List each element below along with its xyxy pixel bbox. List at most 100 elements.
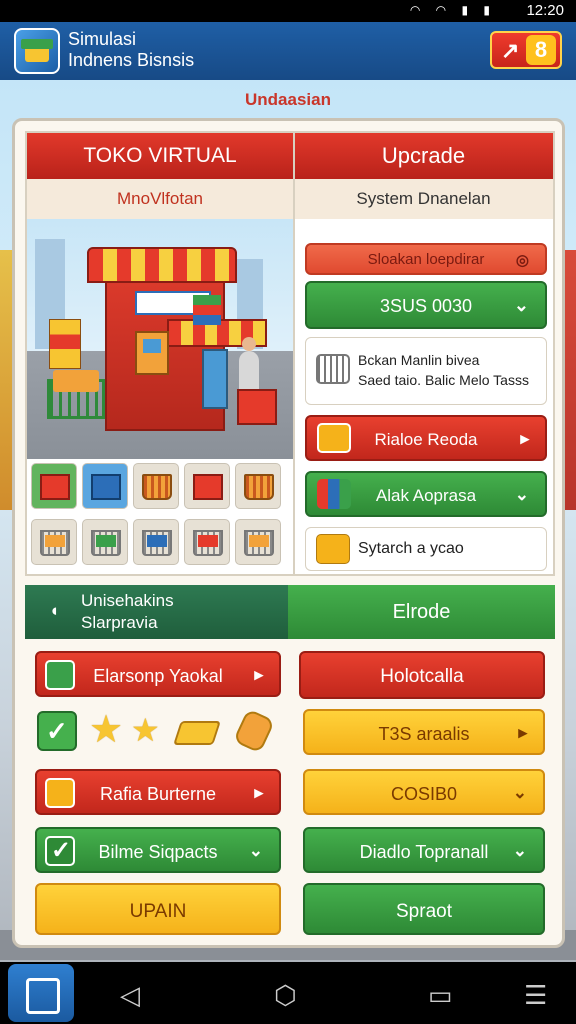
atm-machine [135,331,169,375]
rafia-button[interactable]: Rafia Burterne ▸ [35,769,281,815]
chevron-right-icon: ▸ [520,429,529,448]
tab-marker-icon: ◖ [49,601,60,620]
goods-crate [49,319,81,369]
status-icons: ◠ ◠ ▮ ▮ [409,3,496,17]
app-title-line1: Simulasi [68,29,137,49]
menu-icon[interactable]: ☰ [524,980,547,1011]
item-slot[interactable] [31,463,77,509]
back-icon[interactable]: ◁ [120,980,140,1011]
page-heading: Undaasian [245,90,331,109]
item-slot[interactable] [133,519,179,565]
red-basket [237,389,277,425]
section-divider [293,133,295,574]
chevron-right-icon: ▸ [518,723,527,742]
chevron-down-icon: ⌄ [512,783,527,802]
main-panel: TOKO VIRTUAL Upcrade MnoVlfotan System D… [12,118,565,948]
store-subtitle: MnoVlfotan [27,179,293,219]
sloakan-button[interactable]: Sloakan loepdirar ◎ [305,243,547,275]
spraot-label: Spraot [396,901,452,922]
item-slot[interactable] [133,463,179,509]
controls-section: ◖ Unisehakins Slarpravia Elrode Elarsonp… [25,585,555,937]
basket-icon [40,474,70,500]
level-badge-value: 8 [526,35,556,65]
chevron-down-icon: ⌄ [512,841,527,860]
tab-left-line2: Slarpravia [81,613,158,632]
tab-toko-virtual[interactable]: TOKO VIRTUAL [27,133,293,179]
star-icon: ★ [131,712,160,748]
sytarch-label: Sytarch a ycao [358,540,464,557]
diadlo-dropdown[interactable]: Diadlo Topranall ⌄ [303,827,545,873]
cart-icon [40,530,70,556]
star-icon: ★ [89,709,124,751]
holotcalla-button[interactable]: Holotcalla [299,651,545,699]
elarsonp-button[interactable]: Elarsonp Yaokal ▸ [35,651,281,697]
app-title-line2: Indnens Bisnsis [68,50,195,70]
info-line2: Saed taio. Balic Melo Tasss [358,372,529,388]
t3s-button[interactable]: T3S araalis ▸ [303,709,545,755]
elarsonp-label: Elarsonp Yaokal [93,666,223,686]
cart-icon [316,354,350,384]
item-slot[interactable] [184,519,230,565]
shopping-cart [47,370,105,419]
checkmark-icon: ✓ [46,716,68,746]
rialoe-button[interactable]: Rialoe Reoda ▸ [305,415,547,461]
bread-icon [232,708,276,754]
alak-label: Alak Aoprasa [375,486,477,505]
upain-button[interactable]: UPAIN [35,883,281,935]
recent-apps-icon[interactable]: ▭ [428,980,453,1011]
value-dropdown[interactable]: 3SUS 0030 ⌄ [305,281,547,329]
tab-upgrade[interactable]: Upcrade [294,133,553,179]
ticket-icon [173,721,221,745]
item-slot[interactable] [235,519,281,565]
upain-label: UPAIN [129,901,187,922]
chevron-down-icon: ⌄ [248,841,263,860]
tab-elrode[interactable]: Elrode [288,585,555,639]
chevron-down-icon: ⌄ [513,295,529,315]
store-illustration [27,219,293,459]
rafia-label: Rafia Burterne [99,784,217,804]
chevron-right-icon: ▸ [254,783,263,802]
cart-icon [142,530,172,556]
info-line1: Bckan Manlin bivea [358,352,480,368]
crate-icon [244,474,274,500]
item-slot[interactable] [82,463,128,509]
cart-icon [244,530,274,556]
cart-icon [91,530,121,556]
bilme-label: Bilme Siqpacts [98,842,218,862]
cosib0-dropdown[interactable]: COSIB0 ⌄ [303,769,545,815]
box-icon [193,474,223,500]
bilme-dropdown[interactable]: ✓ Bilme Siqpacts ⌄ [35,827,281,873]
alak-dropdown[interactable]: Alak Aoprasa ⌄ [305,471,547,517]
item-slot[interactable] [184,463,230,509]
chevron-down-icon: ⌄ [514,485,529,504]
cosib0-label: COSIB0 [390,784,458,804]
item-slot[interactable] [235,463,281,509]
shop-awning [87,247,237,283]
home-icon[interactable]: ⬡ [274,980,297,1011]
goods-stack [193,295,221,325]
level-up-arrow-icon: ↗ [501,38,520,63]
app-shortcut-icon[interactable] [8,964,74,1022]
app-header: Simulasi Indnens Bisnsis ↗ 8 [0,22,576,80]
chevron-right-icon: ▸ [254,665,263,684]
system-subtitle: System Dnanelan [294,179,553,219]
app-logo-icon[interactable] [14,28,60,74]
navigation-bar: ◁ ⬡ ▭ ☰ [0,962,576,1024]
diadlo-label: Diadlo Topranall [359,842,489,862]
spraot-button[interactable]: Spraot [303,883,545,935]
cart-icon [193,530,223,556]
info-card: Bckan Manlin bivea Saed taio. Balic Melo… [305,337,547,405]
target-icon: ◎ [515,252,529,269]
box-icon [316,534,350,564]
item-slot[interactable] [82,519,128,565]
t3s-label: T3S araalis [378,724,470,744]
book-icon [91,474,121,500]
rialoe-label: Rialoe Reoda [374,430,478,449]
tab-unisehakins[interactable]: ◖ Unisehakins Slarpravia [25,585,288,639]
checkbox-checked[interactable]: ✓ [37,711,77,751]
level-badge-button[interactable]: ↗ 8 [490,31,562,69]
tab-left-line1: Unisehakins [81,591,174,610]
item-slot[interactable] [31,519,77,565]
sytarch-card[interactable]: Sytarch a ycao [305,527,547,571]
holotcalla-label: Holotcalla [380,666,464,687]
